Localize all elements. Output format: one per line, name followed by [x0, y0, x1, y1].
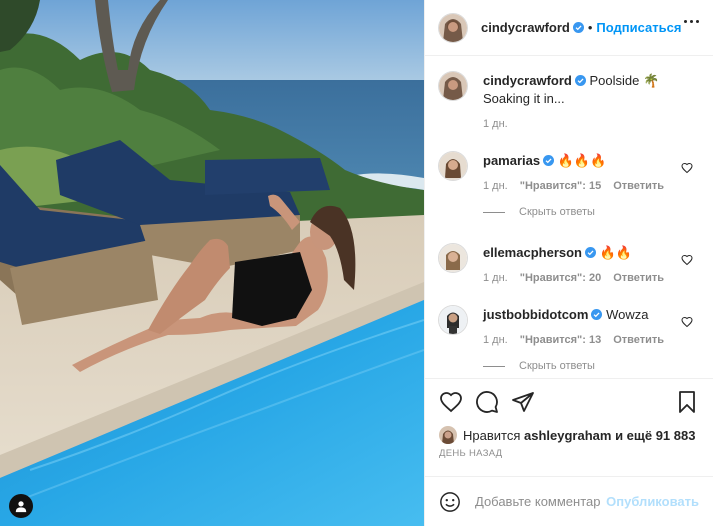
comment-item: ellemacpherson 🔥🔥 1 дн. "Нравится": 20 О… — [439, 244, 699, 284]
follow-button[interactable]: Подписаться — [596, 20, 681, 35]
author-username[interactable]: cindycrawford — [481, 20, 570, 35]
caption-time[interactable]: 1 дн. — [483, 118, 508, 130]
post-comment-button[interactable]: Опубликовать — [606, 494, 699, 509]
instagram-post-view: cindycrawford • Подписаться cindycrawfor… — [0, 0, 713, 526]
comment-icon[interactable] — [475, 390, 499, 414]
hide-replies-label[interactable]: Скрыть ответы — [519, 206, 595, 218]
heart-icon[interactable] — [681, 254, 693, 266]
reply-button[interactable]: Ответить — [613, 334, 664, 346]
caption-avatar[interactable] — [439, 72, 467, 100]
comment-input[interactable]: Добавьте комментарий... — [475, 494, 600, 509]
liker-avatar[interactable] — [439, 426, 457, 444]
commenter-username[interactable]: justbobbidotcom — [483, 307, 588, 322]
comment-item: pamarias 🔥🔥🔥 1 дн. "Нравится": 15 Ответи… — [439, 152, 699, 192]
commenter-avatar[interactable] — [439, 152, 467, 180]
caption-username[interactable]: cindycrawford — [483, 73, 572, 88]
post-caption: cindycrawford Poolside 🌴 Soaking it in..… — [439, 72, 699, 130]
bookmark-icon[interactable] — [675, 390, 699, 414]
comment-likes[interactable]: "Нравится": 13 — [520, 334, 601, 346]
post-actions — [425, 378, 713, 424]
comments-section: cindycrawford Poolside 🌴 Soaking it in..… — [425, 56, 713, 378]
heart-icon[interactable] — [681, 162, 693, 174]
heart-icon[interactable] — [681, 316, 693, 328]
post-sidebar: cindycrawford • Подписаться cindycrawfor… — [424, 0, 713, 526]
post-photo[interactable] — [0, 0, 424, 526]
likes-prefix: Нравится — [463, 427, 521, 443]
comment-likes[interactable]: "Нравится": 15 — [520, 180, 601, 192]
verified-badge-icon — [585, 247, 596, 258]
share-icon[interactable] — [511, 390, 535, 414]
poolside-photo-illustration — [0, 0, 424, 526]
comment-text: 🔥🔥 — [599, 245, 632, 260]
user-tag-icon[interactable] — [9, 494, 33, 518]
header-separator: • — [587, 20, 593, 35]
add-comment-bar: Добавьте комментарий... Опубликовать — [425, 476, 713, 526]
author-avatar[interactable] — [439, 13, 467, 42]
commenter-avatar[interactable] — [439, 306, 467, 334]
comment-item: justbobbidotcom Wowza 1 дн. "Нравится": … — [439, 306, 699, 346]
verified-badge-icon — [572, 22, 584, 33]
post-date[interactable]: ДЕНЬ НАЗАД — [425, 446, 713, 468]
comment-time[interactable]: 1 дн. — [483, 272, 508, 284]
reply-button[interactable]: Ответить — [613, 180, 664, 192]
comment-text: 🔥🔥🔥 — [557, 153, 607, 168]
verified-badge-icon — [591, 309, 603, 320]
verified-badge-icon — [574, 75, 586, 86]
post-header: cindycrawford • Подписаться — [425, 0, 713, 56]
replies-divider — [483, 365, 505, 367]
comment-text: Wowza — [606, 307, 649, 322]
emoji-icon[interactable] — [439, 491, 461, 513]
likes-summary[interactable]: Нравится ashleygraham и ещё 91 883 — [425, 424, 713, 446]
comment-likes[interactable]: "Нравится": 20 — [520, 272, 601, 284]
hide-replies-toggle[interactable]: Скрыть ответы — [483, 360, 699, 372]
comment-time[interactable]: 1 дн. — [483, 180, 508, 192]
commenter-username[interactable]: pamarias — [483, 153, 540, 168]
liker-username[interactable]: ashleygraham — [524, 428, 611, 443]
likes-count[interactable]: и ещё 91 883 — [615, 428, 695, 443]
verified-badge-icon — [543, 155, 555, 166]
hide-replies-label[interactable]: Скрыть ответы — [519, 360, 595, 372]
reply-button[interactable]: Ответить — [613, 272, 664, 284]
commenter-avatar[interactable] — [439, 244, 467, 272]
replies-divider — [483, 211, 505, 213]
hide-replies-toggle[interactable]: Скрыть ответы — [483, 206, 699, 218]
comment-time[interactable]: 1 дн. — [483, 334, 508, 346]
commenter-username[interactable]: ellemacpherson — [483, 245, 582, 260]
heart-icon[interactable] — [439, 390, 463, 414]
more-options-icon[interactable] — [684, 20, 699, 23]
